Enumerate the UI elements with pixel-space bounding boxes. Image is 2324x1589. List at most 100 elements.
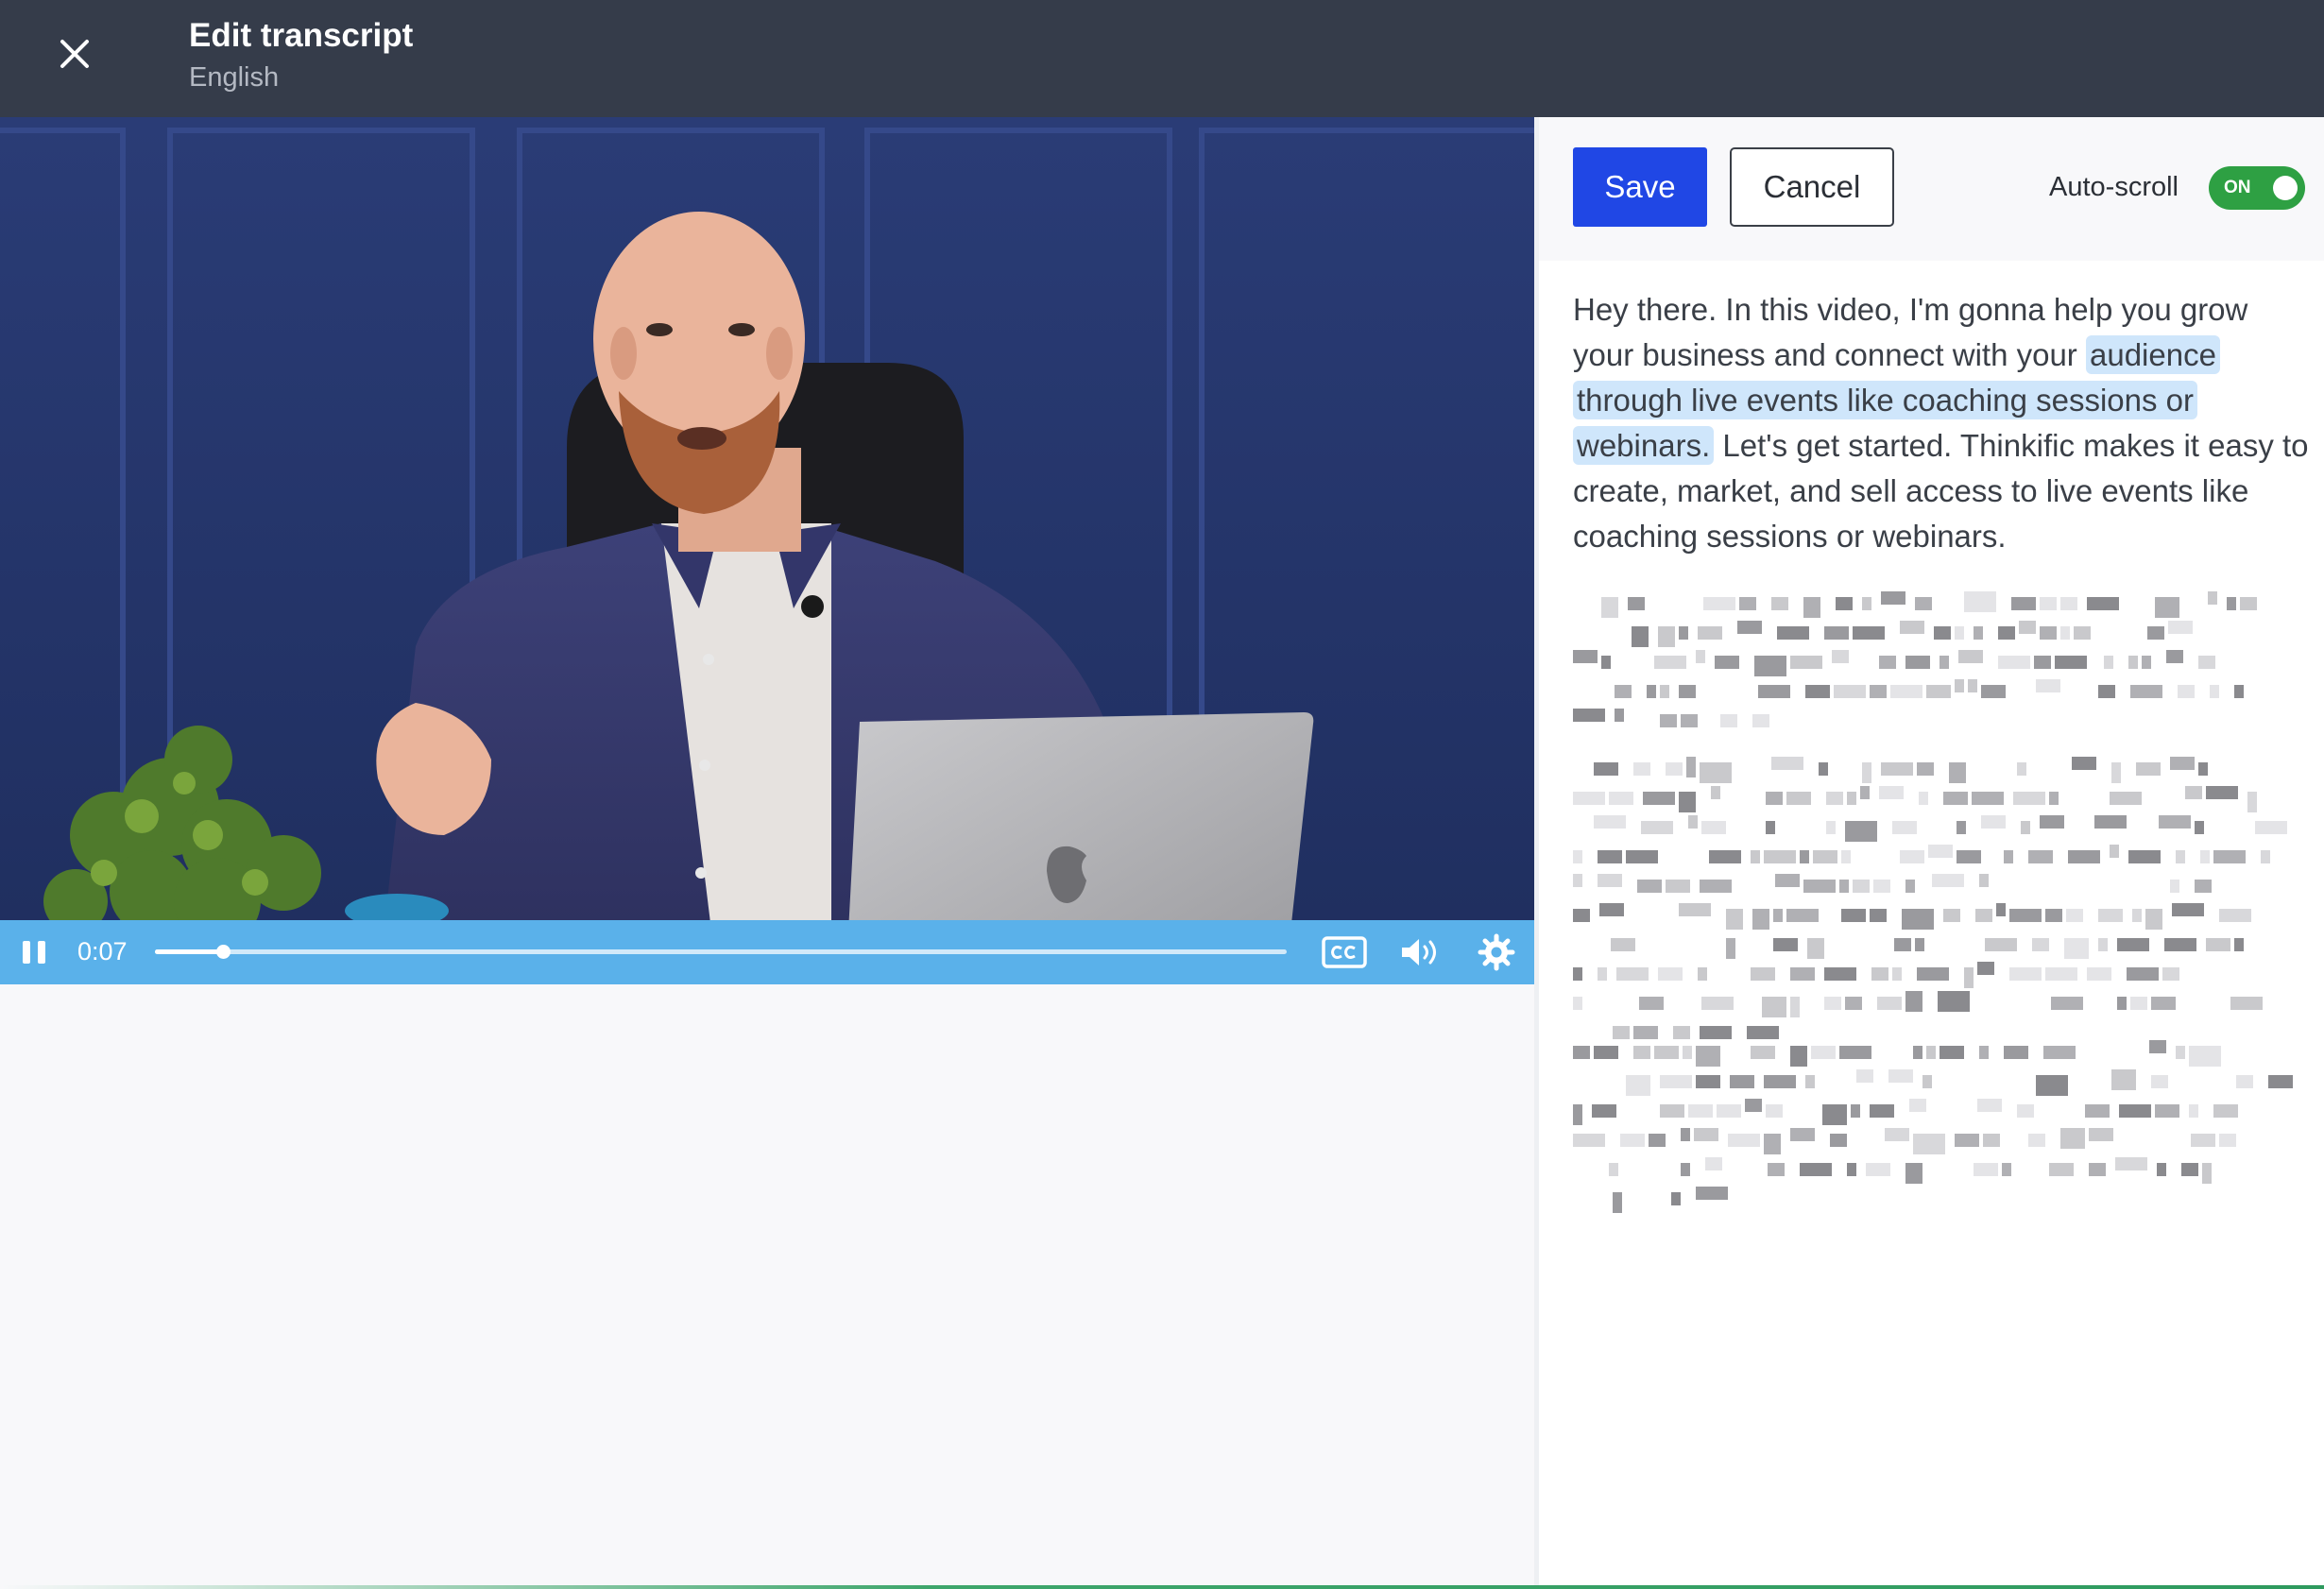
pixel-block	[2045, 967, 2077, 981]
close-icon	[60, 40, 89, 68]
pixel-block	[1639, 997, 1664, 1010]
volume-button[interactable]	[1398, 933, 1442, 971]
transcript-text[interactable]: Hey there. In this video, I'm gonna help…	[1573, 287, 2310, 559]
pixel-block	[1660, 685, 1669, 698]
pixel-block	[1922, 1075, 1932, 1088]
video-player[interactable]	[0, 117, 1534, 984]
pixel-block	[2247, 792, 2257, 812]
pixel-block	[1658, 626, 1675, 647]
pixel-block	[1870, 1104, 1894, 1118]
pixel-block	[1703, 597, 1735, 610]
pixel-block	[2111, 762, 2121, 783]
pixel-block	[1679, 626, 1688, 640]
pixel-block	[1964, 967, 1974, 988]
pixel-block	[2098, 685, 2115, 698]
pixel-block	[2130, 685, 2162, 698]
pixel-block	[1768, 1163, 1785, 1176]
pixel-block	[1726, 909, 1743, 930]
save-button[interactable]: Save	[1573, 147, 1707, 227]
pixel-block	[2234, 685, 2244, 698]
pixel-block	[2136, 762, 2161, 776]
pixel-block	[1666, 880, 1690, 893]
pixel-block	[1698, 626, 1722, 640]
pixel-block	[1841, 850, 1851, 863]
pixel-block	[2149, 1040, 2166, 1053]
pixel-block	[2200, 850, 2210, 863]
pixel-block	[1745, 1099, 1762, 1112]
pixel-block	[1870, 685, 1887, 698]
pixel-block	[1940, 1046, 1964, 1059]
pixel-block	[1649, 1134, 1666, 1147]
playback-time: 0:07	[77, 937, 128, 965]
pixel-block	[1705, 1157, 1722, 1170]
pixel-block	[1940, 656, 1949, 669]
pixel-block	[1841, 909, 1866, 922]
pixel-block	[1601, 597, 1618, 618]
pixel-block	[2130, 997, 2147, 1010]
pixel-block	[2157, 1163, 2166, 1176]
pixel-block	[1919, 792, 1928, 805]
pixel-block	[1609, 792, 1633, 805]
pixel-block	[2110, 845, 2119, 858]
pixel-block	[1879, 786, 1904, 799]
pixel-block	[1826, 792, 1843, 805]
pixel-block	[1696, 650, 1705, 663]
pixel-block	[1894, 938, 1911, 951]
pixel-block	[2110, 792, 2142, 805]
pixel-block	[2068, 850, 2100, 863]
pixel-block	[1979, 874, 1989, 887]
pixel-block	[1711, 786, 1720, 799]
pixel-block	[1688, 815, 1698, 829]
pixel-block	[2178, 685, 2195, 698]
pixel-block	[1573, 1134, 1605, 1147]
player-controls: 0:07	[0, 920, 1534, 984]
pixel-block	[1626, 1075, 1650, 1096]
pixel-block	[2240, 597, 2257, 610]
closed-captions-icon	[1322, 936, 1367, 968]
pixel-block	[2004, 850, 2013, 863]
pixel-block	[2198, 762, 2208, 776]
transcript-toolbar: Save Cancel Auto-scroll ON	[1539, 117, 2324, 261]
pixel-block	[2040, 815, 2064, 829]
pixel-block	[1594, 815, 1626, 829]
pixel-block	[1573, 909, 1590, 922]
pixel-block	[1909, 1099, 1926, 1112]
pixel-block	[2036, 679, 2060, 692]
pixel-block	[1698, 967, 1707, 981]
pixel-block	[2002, 1163, 2011, 1176]
pixel-block	[2127, 967, 2159, 981]
pixel-block	[1686, 757, 1696, 777]
pixel-block	[1671, 1192, 1681, 1205]
pixel-block	[2181, 1163, 2198, 1176]
captions-button[interactable]	[1321, 935, 1368, 969]
pixel-block	[1819, 762, 1828, 776]
pixel-block	[2017, 762, 2026, 776]
pixel-block	[1633, 762, 1650, 776]
cancel-button[interactable]: Cancel	[1730, 147, 1894, 227]
progress-handle[interactable]	[215, 945, 231, 959]
pixel-block	[1790, 1046, 1807, 1067]
pixel-block	[1647, 685, 1656, 698]
close-button[interactable]	[55, 34, 94, 74]
pixel-block	[1786, 909, 1819, 922]
pixel-block	[1720, 714, 1737, 727]
pixel-block	[1879, 656, 1896, 669]
bottom-accent-line	[0, 1585, 2324, 1589]
pixel-block	[2089, 1163, 2106, 1176]
pixel-block	[2066, 909, 2083, 922]
pixel-block	[1637, 880, 1662, 893]
pixel-block	[1866, 1163, 1890, 1176]
pixel-block	[2028, 1134, 2045, 1147]
pixel-block	[2206, 786, 2238, 799]
pause-button[interactable]	[15, 933, 53, 971]
progress-bar[interactable]	[155, 945, 1287, 959]
autoscroll-toggle[interactable]: ON	[2209, 166, 2305, 210]
pixel-block	[2060, 1128, 2085, 1149]
pixel-block	[1957, 850, 1981, 863]
pixel-block	[1573, 874, 1582, 887]
pixel-block	[2004, 1046, 2028, 1059]
settings-button[interactable]	[1478, 933, 1515, 971]
pixel-block	[1862, 762, 1871, 783]
toggle-state-label: ON	[2224, 178, 2251, 197]
pixel-block	[2213, 850, 2246, 863]
